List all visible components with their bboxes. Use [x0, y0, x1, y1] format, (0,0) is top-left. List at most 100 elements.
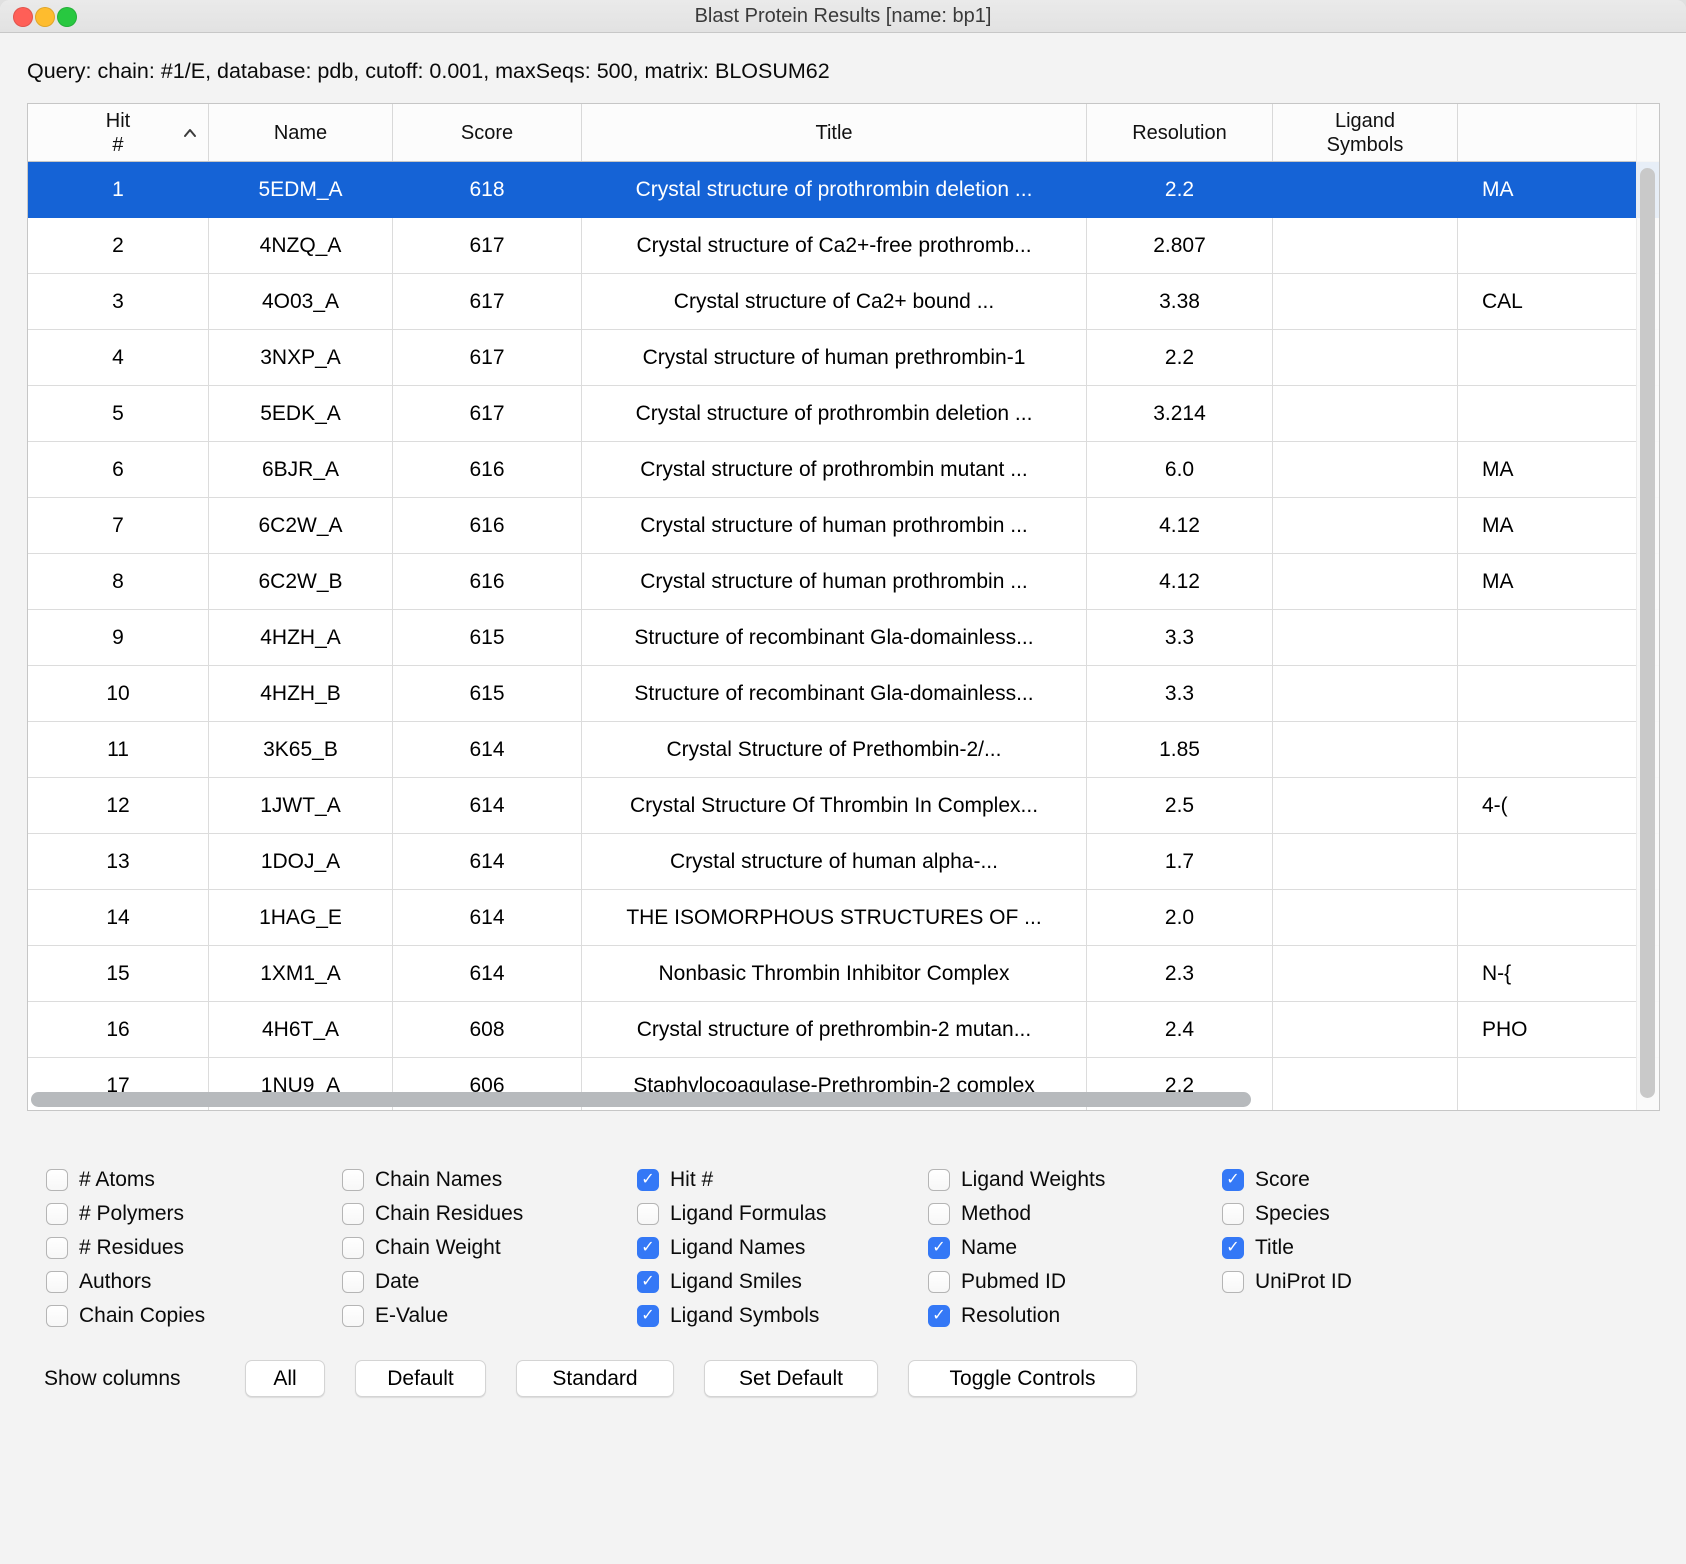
column-header-name[interactable]: Name: [209, 104, 393, 161]
table-row[interactable]: 151XM1_A614Nonbasic Thrombin Inhibitor C…: [28, 946, 1659, 1002]
table-row[interactable]: 34O03_A617Crystal structure of Ca2+ boun…: [28, 274, 1659, 330]
table-row[interactable]: 55EDK_A617Crystal structure of prothromb…: [28, 386, 1659, 442]
toggle-species[interactable]: Species: [1222, 1203, 1352, 1225]
ligand-formulas-checkbox[interactable]: [637, 1203, 659, 1225]
column-header-ligand-symbols[interactable]: Ligand Symbols: [1273, 104, 1458, 161]
uniprot-id-checkbox[interactable]: [1222, 1271, 1244, 1293]
name-checkbox[interactable]: ✓: [928, 1237, 950, 1259]
cell-ligand-symbols: [1273, 162, 1458, 218]
toggle-polymers[interactable]: # Polymers: [46, 1203, 205, 1225]
table-row[interactable]: 76C2W_A616Crystal structure of human pro…: [28, 498, 1659, 554]
table-row[interactable]: 94HZH_A615Structure of recombinant Gla-d…: [28, 610, 1659, 666]
column-header-ligand-names[interactable]: [1458, 104, 1659, 161]
cell-name: 4HZH_B: [209, 666, 393, 722]
table-row[interactable]: 113K65_B614Crystal Structure of Prethomb…: [28, 722, 1659, 778]
date-checkbox[interactable]: [342, 1271, 364, 1293]
resolution-checkbox[interactable]: ✓: [928, 1305, 950, 1327]
toggle-controls-button[interactable]: Toggle Controls: [908, 1360, 1137, 1397]
ligand-symbols-checkbox[interactable]: ✓: [637, 1305, 659, 1327]
default-button[interactable]: Default: [355, 1360, 486, 1397]
toggle-title[interactable]: ✓Title: [1222, 1237, 1352, 1259]
toggle-ligand-formulas[interactable]: Ligand Formulas: [637, 1203, 826, 1225]
toggle-ligand-weights[interactable]: Ligand Weights: [928, 1169, 1105, 1191]
standard-button[interactable]: Standard: [516, 1360, 674, 1397]
ligand-weights-checkbox[interactable]: [928, 1169, 950, 1191]
toggle-authors[interactable]: Authors: [46, 1271, 205, 1293]
table-row[interactable]: 86C2W_B616Crystal structure of human pro…: [28, 554, 1659, 610]
column-header-resolution[interactable]: Resolution: [1087, 104, 1273, 161]
ligand-names-checkbox[interactable]: ✓: [637, 1237, 659, 1259]
toggle-label: Chain Copies: [79, 1304, 205, 1328]
horizontal-scrollbar-thumb[interactable]: [31, 1092, 1251, 1107]
table-row[interactable]: 131DOJ_A614Crystal structure of human al…: [28, 834, 1659, 890]
table-row[interactable]: 24NZQ_A617Crystal structure of Ca2+-free…: [28, 218, 1659, 274]
polymers-checkbox[interactable]: [46, 1203, 68, 1225]
toggle-chain-names[interactable]: Chain Names: [342, 1169, 523, 1191]
cell-name: 6C2W_A: [209, 498, 393, 554]
cell-title: THE ISOMORPHOUS STRUCTURES OF ...: [582, 890, 1087, 946]
toggle-chain-copies[interactable]: Chain Copies: [46, 1305, 205, 1327]
checkmark-icon: ✓: [641, 1274, 654, 1290]
column-header-label: Ligand Symbols: [1327, 109, 1404, 157]
cell-resolution: 1.7: [1087, 834, 1273, 890]
hit-checkbox[interactable]: ✓: [637, 1169, 659, 1191]
cell-ligand-names: 4-(: [1458, 778, 1659, 834]
toggle-e-value[interactable]: E-Value: [342, 1305, 523, 1327]
cell-ligand-names: [1458, 834, 1659, 890]
table-row[interactable]: 43NXP_A617Crystal structure of human pre…: [28, 330, 1659, 386]
authors-checkbox[interactable]: [46, 1271, 68, 1293]
table-row[interactable]: 66BJR_A616Crystal structure of prothromb…: [28, 442, 1659, 498]
residues-checkbox[interactable]: [46, 1237, 68, 1259]
set-default-button[interactable]: Set Default: [704, 1360, 878, 1397]
table-row[interactable]: 121JWT_A614Crystal Structure Of Thrombin…: [28, 778, 1659, 834]
toggle-score[interactable]: ✓Score: [1222, 1169, 1352, 1191]
column-header-title[interactable]: Title: [582, 104, 1087, 161]
cell-hit: 6: [28, 442, 209, 498]
cell-hit: 9: [28, 610, 209, 666]
chain-names-checkbox[interactable]: [342, 1169, 364, 1191]
table-row[interactable]: 164H6T_A608Crystal structure of prethrom…: [28, 1002, 1659, 1058]
chain-residues-checkbox[interactable]: [342, 1203, 364, 1225]
toggle-atoms[interactable]: # Atoms: [46, 1169, 205, 1191]
column-header-score[interactable]: Score: [393, 104, 582, 161]
cell-score: 614: [393, 946, 582, 1002]
toggle-resolution[interactable]: ✓Resolution: [928, 1305, 1105, 1327]
horizontal-scrollbar[interactable]: [28, 1090, 1636, 1110]
atoms-checkbox[interactable]: [46, 1169, 68, 1191]
toggle-ligand-symbols[interactable]: ✓Ligand Symbols: [637, 1305, 826, 1327]
pubmed-id-checkbox[interactable]: [928, 1271, 950, 1293]
toggle-chain-weight[interactable]: Chain Weight: [342, 1237, 523, 1259]
cell-name: 4NZQ_A: [209, 218, 393, 274]
toggle-uniprot-id[interactable]: UniProt ID: [1222, 1271, 1352, 1293]
table-row[interactable]: 104HZH_B615Structure of recombinant Gla-…: [28, 666, 1659, 722]
cell-score: 614: [393, 778, 582, 834]
cell-title: Crystal structure of prothrombin deletio…: [582, 386, 1087, 442]
toggle-date[interactable]: Date: [342, 1271, 523, 1293]
cell-ligand-names: [1458, 386, 1659, 442]
chain-copies-checkbox[interactable]: [46, 1305, 68, 1327]
toggle-label: Date: [375, 1270, 419, 1294]
toggle-name[interactable]: ✓Name: [928, 1237, 1105, 1259]
ligand-smiles-checkbox[interactable]: ✓: [637, 1271, 659, 1293]
vertical-scrollbar[interactable]: [1636, 104, 1659, 1110]
toggle-chain-residues[interactable]: Chain Residues: [342, 1203, 523, 1225]
column-header-hit[interactable]: Hit #: [28, 104, 209, 161]
toggle-residues[interactable]: # Residues: [46, 1237, 205, 1259]
cell-name: 6BJR_A: [209, 442, 393, 498]
method-checkbox[interactable]: [928, 1203, 950, 1225]
toggle-hit[interactable]: ✓Hit #: [637, 1169, 826, 1191]
cell-hit: 10: [28, 666, 209, 722]
e-value-checkbox[interactable]: [342, 1305, 364, 1327]
table-row[interactable]: 15EDM_A618Crystal structure of prothromb…: [28, 162, 1659, 218]
all-button[interactable]: All: [245, 1360, 325, 1397]
score-checkbox[interactable]: ✓: [1222, 1169, 1244, 1191]
table-row[interactable]: 141HAG_E614THE ISOMORPHOUS STRUCTURES OF…: [28, 890, 1659, 946]
chain-weight-checkbox[interactable]: [342, 1237, 364, 1259]
toggle-ligand-names[interactable]: ✓Ligand Names: [637, 1237, 826, 1259]
species-checkbox[interactable]: [1222, 1203, 1244, 1225]
toggle-method[interactable]: Method: [928, 1203, 1105, 1225]
title-checkbox[interactable]: ✓: [1222, 1237, 1244, 1259]
toggle-ligand-smiles[interactable]: ✓Ligand Smiles: [637, 1271, 826, 1293]
vertical-scrollbar-thumb[interactable]: [1640, 168, 1655, 1098]
toggle-pubmed-id[interactable]: Pubmed ID: [928, 1271, 1105, 1293]
